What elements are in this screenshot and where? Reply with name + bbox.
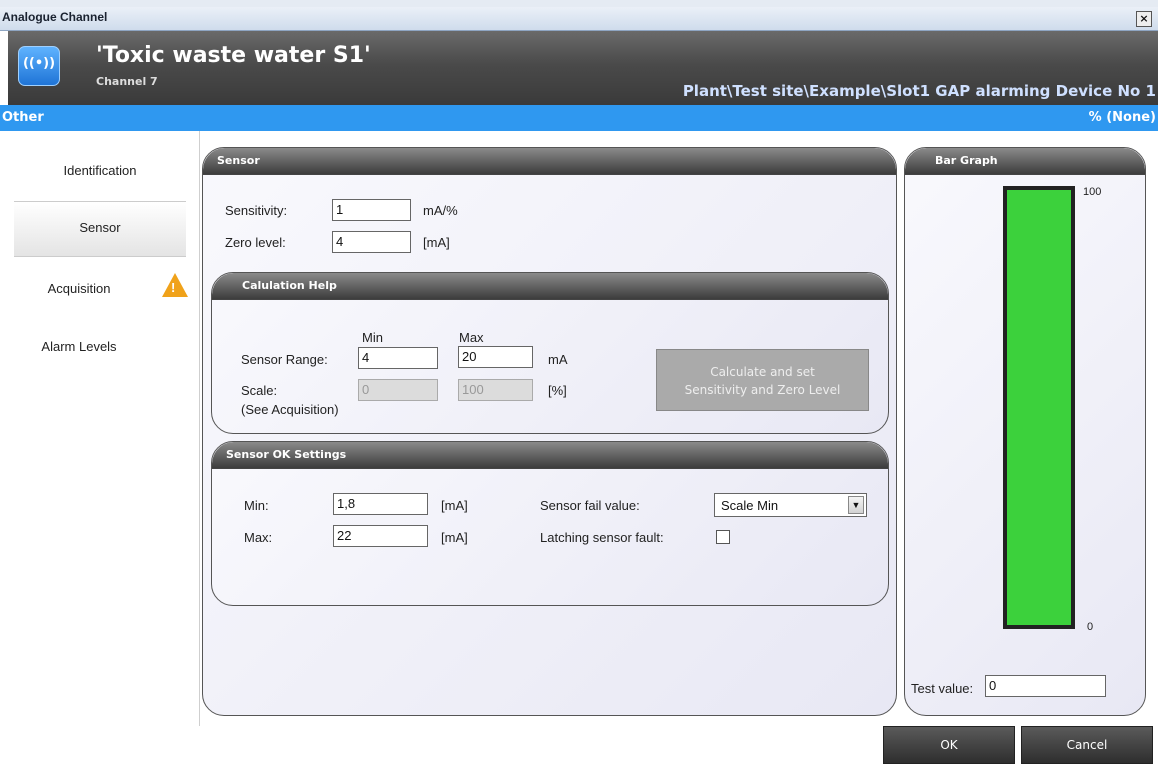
sensor-ok-title: Sensor OK Settings <box>226 448 347 461</box>
cancel-button[interactable]: Cancel <box>1021 726 1153 764</box>
nav-item-label: Acquisition <box>47 281 111 296</box>
calculation-help-header: Calulation Help <box>212 273 888 300</box>
bar-graph-header: Bar Graph <box>905 148 1145 175</box>
sensitivity-input[interactable]: 1 <box>332 199 411 221</box>
latching-label: Latching sensor fault: <box>540 530 664 545</box>
bar-graph-panel: Bar Graph 100 0 Test value: 0 <box>904 147 1146 716</box>
sensor-panel-header: Sensor <box>203 148 896 175</box>
ok-max-input[interactable]: 22 <box>333 525 428 547</box>
sensor-range-min-input[interactable]: 4 <box>358 347 438 369</box>
test-value-input[interactable]: 0 <box>985 675 1106 697</box>
sensor-range-unit: mA <box>548 352 568 367</box>
zero-level-input[interactable]: 4 <box>332 231 411 253</box>
latching-checkbox[interactable] <box>716 530 730 544</box>
nav-item-alarm-levels[interactable]: Alarm Levels <box>14 321 186 375</box>
ok-button[interactable]: OK <box>883 726 1015 764</box>
nav-item-label: Sensor <box>79 220 121 235</box>
nav-item-label: Identification <box>63 163 137 178</box>
calculate-button-line2: Sensitivity and Zero Level <box>684 383 841 397</box>
sensor-panel-title: Sensor <box>217 154 260 167</box>
test-value-label: Test value: <box>911 681 974 696</box>
bar-graph-fill <box>1007 190 1071 625</box>
window-title: Analogue Channel <box>2 10 108 24</box>
unit-label: % (None) <box>1088 110 1156 125</box>
window-title-bar: Analogue Channel × <box>0 0 1158 31</box>
zero-level-unit: [mA] <box>423 235 450 250</box>
channel-header: ((•)) 'Toxic waste water S1' Channel 7 P… <box>8 31 1158 105</box>
ok-min-unit: [mA] <box>441 498 468 513</box>
signal-wave-icon: ((•)) <box>18 46 60 86</box>
scale-note: (See Acquisition) <box>241 402 339 417</box>
scale-max-input: 100 <box>458 379 533 401</box>
sensor-fail-value: Scale Min <box>721 498 779 513</box>
sidebar-nav: Identification Sensor Acquisition ! Alar… <box>0 131 200 726</box>
bar-graph-frame <box>1003 186 1075 629</box>
calculate-button-line1: Calculate and set <box>710 365 815 379</box>
title-bar-edge <box>0 0 1158 7</box>
scale-label: Scale: <box>241 383 278 398</box>
min-column-header: Min <box>362 330 383 345</box>
nav-item-identification[interactable]: Identification <box>14 145 186 199</box>
bar-min-label: 0 <box>1087 621 1094 633</box>
sensor-ok-header: Sensor OK Settings <box>212 442 888 469</box>
bar-graph-title: Bar Graph <box>935 154 998 167</box>
scale-unit: [%] <box>548 383 567 398</box>
sensor-panel: Sensor Sensitivity: 1 mA/% Zero level: 4… <box>202 147 897 716</box>
ok-min-input[interactable]: 1,8 <box>333 493 428 515</box>
nav-item-sensor[interactable]: Sensor <box>14 201 194 257</box>
max-column-header: Max <box>459 330 484 345</box>
scale-min-input: 0 <box>358 379 438 401</box>
channel-name: 'Toxic waste water S1' <box>96 43 371 68</box>
nav-divider <box>199 131 200 726</box>
close-icon[interactable]: × <box>1139 12 1148 25</box>
ok-min-label: Min: <box>244 498 269 513</box>
chevron-down-icon[interactable]: ▼ <box>848 496 864 514</box>
sensitivity-unit: mA/% <box>423 203 458 218</box>
category-label: Other <box>2 110 44 125</box>
bar-max-label: 100 <box>1083 186 1102 198</box>
sensitivity-label: Sensitivity: <box>225 203 288 218</box>
sensor-ok-panel: Sensor OK Settings Min: 1,8 [mA] Max: 22… <box>211 441 889 606</box>
device-path: Plant\Test site\Example\Slot1 GAP alarmi… <box>682 82 1156 100</box>
channel-number: Channel 7 <box>96 75 158 88</box>
warning-mark: ! <box>171 280 176 295</box>
sensor-fail-select[interactable]: Scale Min ▼ <box>714 493 867 517</box>
sensor-fail-label: Sensor fail value: <box>540 498 640 513</box>
nav-item-acquisition[interactable]: Acquisition ! <box>14 263 188 317</box>
selected-pointer <box>186 222 194 238</box>
signal-wave-glyph: ((•)) <box>22 56 56 71</box>
ok-max-label: Max: <box>244 530 273 545</box>
ok-max-unit: [mA] <box>441 530 468 545</box>
sensor-range-max-input[interactable]: 20 <box>458 346 533 368</box>
calculate-button[interactable]: Calculate and set Sensitivity and Zero L… <box>656 349 869 411</box>
calculation-help-title: Calulation Help <box>242 279 337 292</box>
close-button[interactable]: × <box>1136 11 1152 27</box>
zero-level-label: Zero level: <box>225 235 286 250</box>
category-bar: Other % (None) <box>0 105 1158 131</box>
calculation-help-panel: Calulation Help Min Max Sensor Range: 4 … <box>211 272 889 434</box>
sensor-range-label: Sensor Range: <box>241 352 328 367</box>
nav-item-label: Alarm Levels <box>41 339 117 354</box>
